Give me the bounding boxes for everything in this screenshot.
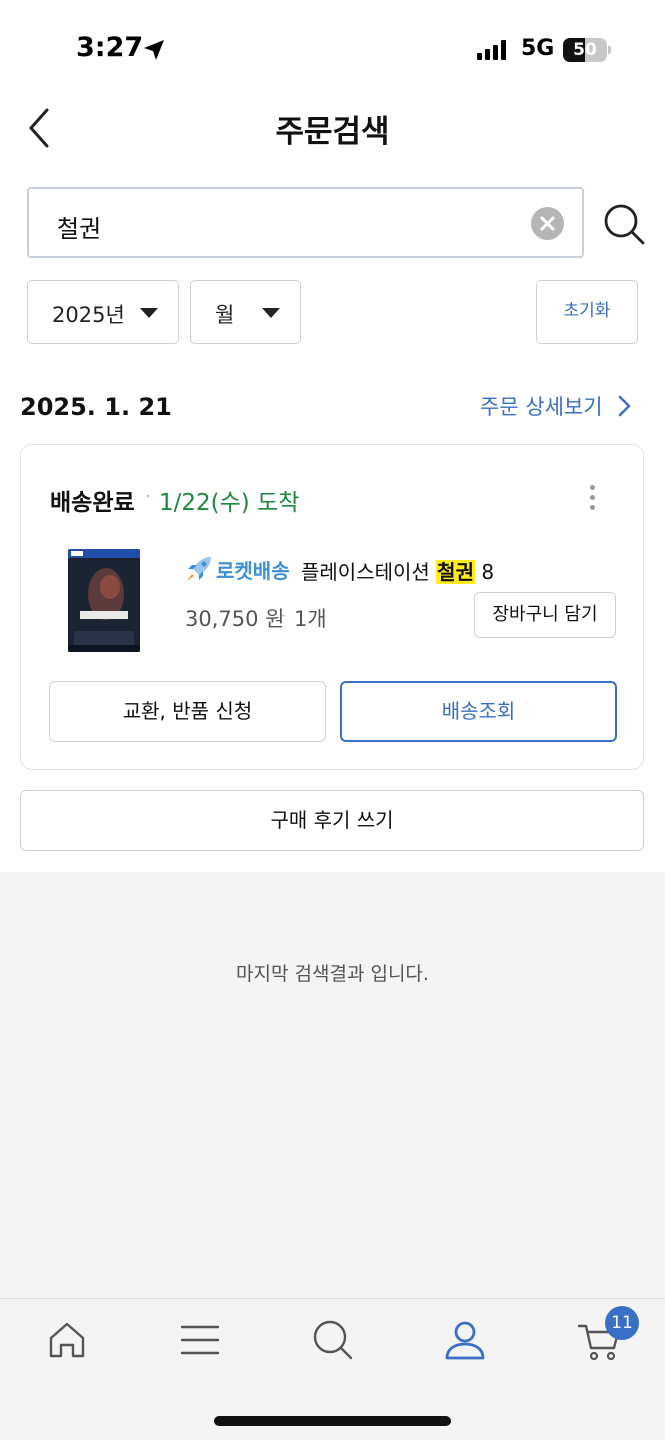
- cart-count-badge: 11: [605, 1306, 639, 1340]
- clear-x-glyph: [540, 216, 555, 231]
- more-dot: [590, 495, 595, 500]
- product-name-prefix: 플레이스테이션: [301, 560, 437, 584]
- order-date: 2025. 1. 21: [20, 393, 172, 421]
- my-page-icon[interactable]: [442, 1317, 488, 1363]
- year-select-label: 2025년: [52, 303, 125, 327]
- battery-icon: 50: [563, 38, 607, 62]
- battery-level: 50: [573, 40, 597, 60]
- rocket-icon: [187, 557, 211, 581]
- location-arrow-icon: [144, 40, 164, 60]
- signal-icon: [477, 40, 506, 60]
- rocket-delivery-badge: 로켓배송: [216, 559, 290, 583]
- year-select[interactable]: 2025년: [27, 280, 179, 344]
- month-select[interactable]: 월: [190, 280, 301, 344]
- search-icon[interactable]: [602, 202, 646, 246]
- delivery-status: 배송완료: [50, 490, 135, 516]
- order-card: 배송완료 · 1/22(수) 도착 로켓배송 플레이스테이션 철권 8 30,7…: [20, 444, 644, 770]
- search-tab-icon[interactable]: [310, 1317, 356, 1363]
- menu-icon[interactable]: [177, 1317, 223, 1363]
- chevron-right-icon[interactable]: [617, 395, 633, 417]
- product-name[interactable]: 플레이스테이션 철권 8: [301, 556, 494, 585]
- home-indicator: [214, 1416, 451, 1426]
- separator-dot: ·: [145, 487, 151, 507]
- write-review-button[interactable]: 구매 후기 쓰기: [20, 790, 644, 851]
- home-icon[interactable]: [44, 1317, 90, 1363]
- more-dot: [590, 505, 595, 510]
- end-of-results-message: 마지막 검색결과 입니다.: [236, 963, 429, 985]
- status-time: 3:27: [76, 32, 144, 63]
- caret-down-icon: [262, 308, 280, 318]
- product-price: 30,750 원: [185, 607, 285, 631]
- search-value[interactable]: 철권: [57, 209, 101, 244]
- clear-icon[interactable]: [531, 207, 564, 240]
- separator-dot: ·: [281, 607, 286, 625]
- month-select-label: 월: [215, 303, 235, 327]
- arrival-date: 1/22(수) 도착: [159, 490, 300, 516]
- network-label: 5G: [521, 36, 555, 61]
- more-dot: [590, 485, 595, 490]
- track-delivery-button[interactable]: 배송조회: [340, 681, 617, 742]
- add-to-cart-button[interactable]: 장바구니 담기: [474, 592, 616, 638]
- order-detail-link[interactable]: 주문 상세보기: [480, 391, 603, 421]
- exchange-return-button[interactable]: 교환, 반품 신청: [49, 681, 326, 742]
- search-input[interactable]: 철권: [27, 187, 584, 258]
- search-highlight: 철권: [436, 560, 475, 584]
- product-quantity: 1개: [294, 607, 327, 631]
- more-options-icon[interactable]: [581, 481, 605, 515]
- caret-down-icon: [140, 308, 158, 318]
- product-name-suffix: 8: [474, 560, 495, 584]
- page-title: 주문검색: [275, 114, 390, 150]
- product-thumbnail[interactable]: [68, 549, 140, 652]
- battery-cap: [608, 46, 611, 54]
- reset-button[interactable]: 초기화: [536, 280, 638, 344]
